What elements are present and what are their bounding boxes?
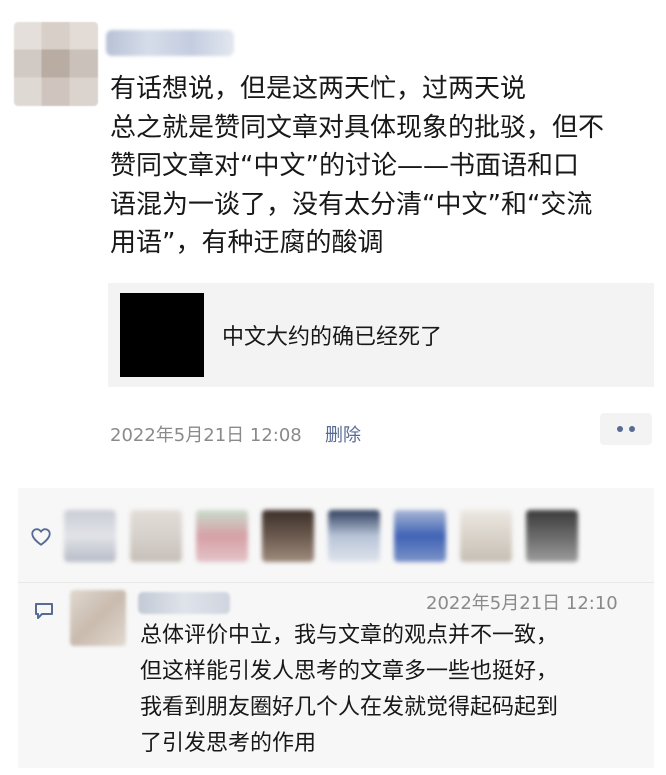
likes-row xyxy=(18,488,654,582)
likes-divider xyxy=(18,582,654,583)
comment-text-line: 我看到朋友圈好几个人在发就觉得起码起到 xyxy=(140,695,559,720)
shared-link-thumbnail xyxy=(120,293,204,377)
interaction-box: 2022年5月21日 12:10 总体评价中立，我与文章的观点并不一致， 但这样… xyxy=(18,488,654,768)
liker-avatar[interactable] xyxy=(526,510,578,562)
shared-link-card[interactable]: 中文大约的确已经死了 xyxy=(108,283,654,387)
delete-button[interactable]: 删除 xyxy=(325,421,361,447)
comment-avatar[interactable] xyxy=(70,590,126,646)
post-text-line: 用语”，有种迂腐的酸调 xyxy=(110,228,384,258)
liker-avatar[interactable] xyxy=(196,510,248,562)
commenter-name[interactable] xyxy=(138,592,230,614)
shared-link-title: 中文大约的确已经死了 xyxy=(222,325,443,350)
heart-outline-icon xyxy=(31,528,51,546)
post-text-line: 总之就是赞同文章对具体现象的批驳，但不 xyxy=(110,112,605,143)
post-text-line: 有话想说，但是这两天忙，过两天说 xyxy=(110,74,527,104)
liker-avatar[interactable] xyxy=(394,510,446,562)
comment-icon xyxy=(35,603,53,619)
more-dot-icon xyxy=(629,426,635,432)
post-timestamp: 2022年5月21日 12:08 xyxy=(110,425,302,446)
liker-avatar[interactable] xyxy=(328,510,380,562)
comment-text-line: 了引发思考的作用 xyxy=(140,731,317,756)
post-text-line: 语混为一谈了，没有太分清“中文”和“交流 xyxy=(110,189,593,220)
comment-text[interactable]: 总体评价中立，我与文章的观点并不一致， 但这样能引发人思考的文章多一些也挺好， … xyxy=(140,618,640,762)
comment-timestamp: 2022年5月21日 12:10 xyxy=(426,593,618,614)
post-avatar[interactable] xyxy=(14,22,98,106)
liker-avatar[interactable] xyxy=(64,510,116,562)
comment-text-line: 总体评价中立，我与文章的观点并不一致， xyxy=(140,623,559,648)
liker-avatar[interactable] xyxy=(262,510,314,562)
comment-text-line: 但这样能引发人思考的文章多一些也挺好， xyxy=(140,659,559,684)
liker-avatar[interactable] xyxy=(130,510,182,562)
post-author-name[interactable] xyxy=(106,30,234,56)
post-text-line: 赞同文章对“中文”的讨论——书面语和口 xyxy=(110,151,579,181)
post-text: 有话想说，但是这两天忙，过两天说 总之就是赞同文章对具体现象的批驳，但不 赞同文… xyxy=(110,70,658,263)
more-dot-icon xyxy=(617,426,623,432)
liker-avatar[interactable] xyxy=(460,510,512,562)
more-actions-button[interactable] xyxy=(600,413,652,445)
